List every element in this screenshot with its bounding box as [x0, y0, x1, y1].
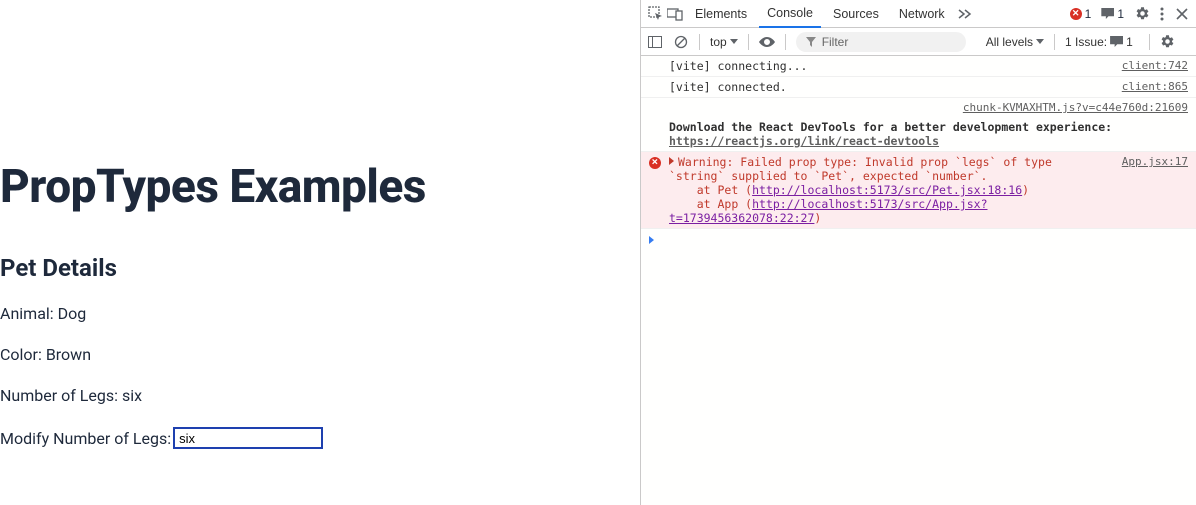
filter-icon [806, 37, 816, 47]
context-selector[interactable]: top [710, 35, 738, 49]
error-message: Warning: Failed prop type: Invalid prop … [669, 155, 1112, 225]
stack-link[interactable]: http://localhost:5173/src/Pet.jsx:18:16 [752, 183, 1022, 197]
message-count: 1 [1117, 7, 1124, 21]
kebab-menu-icon[interactable] [1154, 6, 1170, 22]
issues-count: 1 [1126, 35, 1133, 49]
issues-badge[interactable]: 1 Issue: 1 [1065, 35, 1133, 49]
log-entry: [vite] connected. client:865 [641, 77, 1196, 98]
console-toolbar: top Filter All levels 1 Issue: 1 [641, 28, 1196, 56]
message-icon [1110, 36, 1123, 47]
device-toolbar-icon[interactable] [667, 6, 683, 22]
log-message: Download the React DevTools for a better… [669, 120, 1188, 148]
log-message: [vite] connecting... [669, 59, 1112, 73]
tab-sources[interactable]: Sources [825, 1, 887, 27]
close-devtools-icon[interactable] [1174, 6, 1190, 22]
log-levels-label: All levels [986, 35, 1033, 49]
log-source-link[interactable]: client:742 [1122, 59, 1188, 73]
app-content: PropTypes Examples Pet Details Animal: D… [0, 0, 640, 505]
error-count-badge[interactable]: ✕1 [1070, 7, 1092, 21]
section-heading: Pet Details [0, 254, 640, 282]
filter-placeholder: Filter [822, 35, 849, 49]
log-message: [vite] connected. [669, 80, 1112, 94]
error-count: 1 [1085, 7, 1092, 21]
chevron-down-icon [1036, 39, 1044, 44]
devtools-panel: Elements Console Sources Network ✕1 1 [640, 0, 1196, 505]
log-entry: Download the React DevTools for a better… [641, 117, 1196, 152]
console-settings-icon[interactable] [1160, 34, 1176, 50]
filter-input[interactable]: Filter [796, 32, 966, 52]
modify-legs-input[interactable] [173, 427, 323, 449]
log-levels-selector[interactable]: All levels [986, 35, 1044, 49]
context-label: top [710, 35, 727, 49]
modify-legs-label: Modify Number of Legs: [0, 429, 171, 448]
live-expression-icon[interactable] [759, 34, 775, 50]
log-source-link[interactable]: App.jsx:17 [1122, 155, 1188, 225]
tab-elements[interactable]: Elements [687, 1, 755, 27]
tab-console[interactable]: Console [759, 0, 821, 28]
console-output: [vite] connecting... client:742 [vite] c… [641, 56, 1196, 505]
log-source-link[interactable]: client:865 [1122, 80, 1188, 94]
console-prompt[interactable] [641, 229, 1196, 251]
inspect-element-icon[interactable] [647, 6, 663, 22]
more-tabs-icon[interactable] [957, 6, 973, 22]
settings-icon[interactable] [1134, 6, 1150, 22]
react-devtools-link[interactable]: https://reactjs.org/link/react-devtools [669, 134, 939, 148]
issues-label: 1 Issue: [1065, 35, 1107, 49]
devtools-tabbar: Elements Console Sources Network ✕1 1 [641, 0, 1196, 28]
log-source-link[interactable]: chunk-KVMAXHTM.js?v=c44e760d:21609 [963, 101, 1188, 114]
log-entry: chunk-KVMAXHTM.js?v=c44e760d:21609 [641, 98, 1196, 117]
pet-legs: Number of Legs: six [0, 386, 640, 405]
modify-legs-row: Modify Number of Legs: [0, 427, 640, 449]
tab-network[interactable]: Network [891, 1, 953, 27]
message-count-badge[interactable]: 1 [1101, 7, 1124, 21]
log-entry-error: Warning: Failed prop type: Invalid prop … [641, 152, 1196, 229]
toggle-sidebar-icon[interactable] [647, 34, 663, 50]
pet-color: Color: Brown [0, 345, 640, 364]
prompt-caret-icon [649, 236, 654, 244]
page-title: PropTypes Examples [0, 160, 640, 214]
expand-error-icon[interactable] [669, 157, 674, 165]
pet-animal: Animal: Dog [0, 304, 640, 323]
chevron-down-icon [730, 39, 738, 44]
log-entry: [vite] connecting... client:742 [641, 56, 1196, 77]
message-icon [1101, 8, 1114, 19]
clear-console-icon[interactable] [673, 34, 689, 50]
